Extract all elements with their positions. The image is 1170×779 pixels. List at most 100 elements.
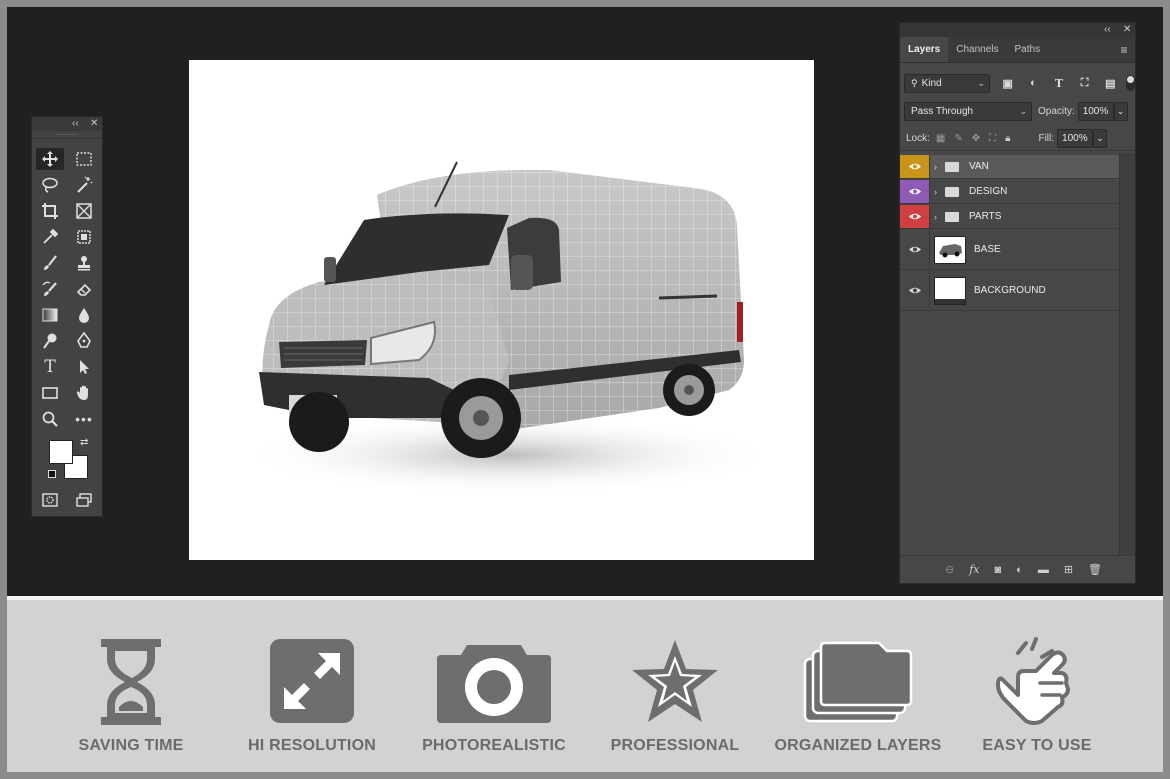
visibility-eye-icon[interactable] [900, 205, 930, 228]
layer-style-fx-icon[interactable]: fx [969, 563, 979, 576]
zoom-tool-icon[interactable] [36, 408, 64, 430]
layer-row-base[interactable]: BASE [900, 230, 1119, 270]
pixel-filter-icon[interactable]: ▣ [998, 77, 1018, 90]
lock-transparent-icon[interactable]: ▦ [936, 133, 945, 144]
eraser-tool-icon[interactable] [70, 278, 98, 300]
tab-channels[interactable]: Channels [948, 37, 1006, 62]
expand-chevron-icon[interactable]: › [934, 162, 937, 172]
blur-tool-icon[interactable] [70, 304, 98, 326]
panel-menu-icon[interactable]: ≡ [1113, 37, 1135, 62]
shape-filter-icon[interactable]: ⛶ [1075, 77, 1095, 90]
visibility-eye-icon[interactable] [900, 230, 930, 269]
type-filter-icon[interactable]: T [1049, 77, 1069, 90]
adjustment-filter-icon[interactable]: ◐ [1024, 77, 1044, 89]
toolbox-header: ‹‹ ✕ [32, 117, 102, 131]
layer-row-background[interactable]: BACKGROUND [900, 271, 1119, 311]
more-tools-icon[interactable]: ••• [70, 408, 98, 430]
frame-select-tool-icon[interactable] [70, 226, 98, 248]
filter-toggle-icon[interactable] [1126, 75, 1136, 91]
swap-colors-icon[interactable]: ⇄ [80, 437, 88, 448]
feature-label: PROFESSIONAL [610, 737, 740, 754]
collapse-icon[interactable]: ‹‹ [1104, 23, 1111, 37]
close-icon[interactable]: ✕ [90, 117, 98, 131]
fill-input[interactable]: 100% [1057, 129, 1094, 148]
path-select-tool-icon[interactable] [70, 356, 98, 378]
move-tool-icon[interactable] [36, 148, 64, 170]
camera-icon [437, 645, 551, 723]
marquee-tool-icon[interactable] [70, 148, 98, 170]
filter-row: ⚲ Kind ⌄ ▣ ◐ T ⛶ ▤ [900, 71, 1136, 95]
foreground-color-swatch[interactable] [49, 440, 73, 464]
fill-label: Fill: [1038, 133, 1055, 144]
expand-chevron-icon[interactable]: › [934, 212, 937, 222]
smart-object-filter-icon[interactable]: ▤ [1100, 77, 1120, 90]
opacity-label: Opacity: [1038, 105, 1075, 117]
search-icon: ⚲ [911, 77, 918, 88]
screen-mode-icon[interactable] [70, 489, 98, 511]
tab-paths[interactable]: Paths [1007, 37, 1049, 62]
hand-tool-icon[interactable] [70, 382, 98, 404]
feature-label: EASY TO USE [982, 737, 1092, 754]
blend-mode-value: Pass Through [911, 105, 974, 117]
lasso-tool-icon[interactable] [36, 174, 64, 196]
layer-row-design[interactable]: › DESIGN [900, 180, 1119, 204]
stacked-folders-icon [803, 641, 913, 723]
add-mask-icon[interactable]: ◙ [995, 564, 1002, 576]
stamp-tool-icon[interactable] [70, 252, 98, 274]
lock-artboard-icon[interactable]: ⛶ [989, 133, 996, 144]
expand-chevron-icon[interactable]: › [934, 187, 937, 197]
feature-label: ORGANIZED LAYERS [774, 737, 942, 754]
new-group-folder-icon[interactable]: ▬ [1038, 564, 1049, 576]
close-icon[interactable]: ✕ [1123, 23, 1131, 37]
opacity-input[interactable]: 100% [1077, 101, 1114, 121]
history-brush-tool-icon[interactable] [36, 278, 64, 300]
chevron-down-icon: ⌄ [1096, 133, 1104, 143]
gradient-tool-icon[interactable] [36, 304, 64, 326]
filter-kind-dropdown[interactable]: ⚲ Kind ⌄ [904, 73, 990, 93]
magic-wand-tool-icon[interactable] [70, 174, 98, 196]
collapse-icon[interactable]: ‹‹ [72, 117, 79, 131]
lock-all-icon[interactable]: 🔒︎ [1005, 133, 1010, 144]
fill-dropdown-button[interactable]: ⌄ [1093, 129, 1108, 148]
blend-mode-dropdown[interactable]: Pass Through ⌄ [904, 101, 1032, 121]
layer-name: BASE [974, 244, 1001, 255]
default-colors-icon[interactable] [48, 470, 56, 478]
pen-tool-icon[interactable] [70, 330, 98, 352]
new-layer-icon[interactable]: ⊞ [1064, 563, 1073, 576]
feature-saving-time: SAVING TIME [41, 600, 221, 772]
document-canvas[interactable] [189, 60, 814, 560]
link-layers-icon[interactable]: ⊖ [945, 563, 954, 576]
tab-layers[interactable]: Layers [900, 37, 949, 62]
delete-layer-trash-icon[interactable]: 🗑︎ [1088, 563, 1102, 576]
chevron-down-icon: ⌄ [1116, 105, 1125, 116]
type-tool-icon[interactable]: T [36, 356, 64, 378]
chevron-down-icon: ⌄ [977, 77, 985, 88]
expand-arrows-icon [270, 639, 354, 723]
star-icon [632, 640, 718, 722]
tap-hand-icon [996, 637, 1070, 725]
visibility-eye-icon[interactable] [900, 155, 930, 178]
layer-row-van[interactable]: › VAN [900, 155, 1119, 179]
visibility-eye-icon[interactable] [900, 180, 930, 203]
layer-name: BACKGROUND [974, 285, 1046, 296]
frame-tool-icon[interactable] [70, 200, 98, 222]
brush-tool-icon[interactable] [36, 252, 64, 274]
visibility-eye-icon[interactable] [900, 271, 930, 310]
rectangle-tool-icon[interactable] [36, 382, 64, 404]
layer-row-parts[interactable]: › PARTS [900, 205, 1119, 229]
layer-name: PARTS [969, 211, 1002, 222]
crop-tool-icon[interactable] [36, 200, 64, 222]
lock-position-icon[interactable]: ✥ [972, 133, 980, 144]
layers-scrollbar[interactable] [1119, 153, 1135, 555]
toolbox-grip[interactable] [32, 131, 102, 139]
lock-label: Lock: [906, 133, 930, 144]
feature-professional: PROFESSIONAL [585, 600, 765, 772]
quick-mask-icon[interactable] [36, 489, 64, 511]
lock-image-icon[interactable]: ✎ [954, 133, 962, 144]
dodge-tool-icon[interactable] [36, 330, 64, 352]
eyedropper-tool-icon[interactable] [36, 226, 64, 248]
feature-label: HI RESOLUTION [248, 737, 376, 754]
layer-thumbnail [934, 276, 966, 305]
adjustment-layer-icon[interactable]: ◐ [1016, 564, 1023, 576]
opacity-dropdown-button[interactable]: ⌄ [1113, 101, 1128, 121]
